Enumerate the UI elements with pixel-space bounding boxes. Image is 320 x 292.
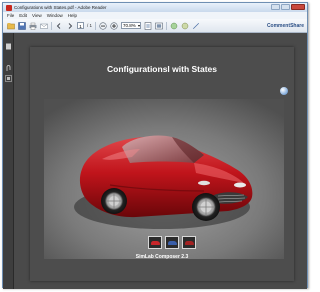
comment-button[interactable]: Comment (267, 23, 290, 29)
menu-bar: File Edit View Window Help (3, 12, 307, 19)
zoom-out-icon[interactable] (99, 21, 107, 30)
email-icon[interactable] (40, 22, 48, 30)
zoom-level-select[interactable]: 70.8% ▾ (121, 22, 142, 29)
sign-icon[interactable] (192, 22, 200, 30)
window-title: Configurations with States.pdf - Adobe R… (14, 5, 107, 10)
page-number-input[interactable]: 1 (77, 22, 84, 29)
menu-view[interactable]: View (32, 13, 42, 18)
toolbar: 1 / 1 70.8% ▾ Comment Share (3, 19, 307, 33)
previous-page-icon[interactable] (55, 22, 63, 30)
globe-icon[interactable] (280, 87, 288, 95)
pages-panel-icon[interactable] (5, 37, 12, 50)
menu-file[interactable]: File (7, 13, 14, 18)
open-icon[interactable] (7, 22, 15, 30)
page-title: Configurationsl with States (106, 64, 218, 74)
attachments-panel-icon[interactable] (5, 59, 12, 71)
toolbar-separator (95, 21, 97, 30)
3d-car-model-viewport[interactable] (44, 99, 284, 259)
next-page-icon[interactable] (66, 22, 74, 30)
title-bar: Configurations with States.pdf - Adobe R… (3, 3, 307, 12)
chevron-down-icon: ▾ (138, 23, 141, 28)
blue-car-thumbnail[interactable] (165, 236, 179, 249)
print-icon[interactable] (29, 22, 37, 30)
pdf-page: Configurationsl with States SimLab Compo… (30, 47, 294, 281)
red-car-thumbnail[interactable] (148, 236, 162, 249)
full-screen-icon[interactable] (155, 22, 163, 30)
hand-tool-icon[interactable] (181, 22, 189, 30)
menu-window[interactable]: Window (47, 13, 63, 18)
car-render (44, 99, 284, 259)
dark-red-car-thumbnail[interactable] (182, 236, 196, 249)
menu-edit[interactable]: Edit (19, 13, 27, 18)
adobe-reader-icon (6, 4, 12, 11)
zoom-level-value: 70.8% (123, 23, 136, 28)
toolbar-separator (166, 21, 168, 30)
toolbar-separator (51, 21, 52, 30)
save-icon[interactable] (18, 21, 26, 30)
select-tool-icon[interactable] (170, 22, 178, 30)
adobe-reader-window: Configurations with States.pdf - Adobe R… (2, 2, 308, 289)
page-total: / 1 (87, 23, 93, 28)
menu-help[interactable]: Help (68, 13, 77, 18)
configuration-thumbnails (148, 236, 196, 249)
close-button[interactable] (291, 4, 305, 10)
share-button[interactable]: Share (290, 23, 304, 29)
model-tree-panel-icon[interactable] (5, 69, 12, 82)
maximize-button[interactable] (281, 4, 290, 10)
document-view[interactable]: Configurationsl with States SimLab Compo… (14, 33, 307, 289)
page-footer: SimLab Composer 2.3 (135, 254, 189, 260)
navigation-pane (3, 33, 14, 289)
minimize-button[interactable] (271, 4, 280, 10)
fit-page-icon[interactable] (144, 21, 152, 30)
zoom-in-icon[interactable] (110, 21, 118, 30)
